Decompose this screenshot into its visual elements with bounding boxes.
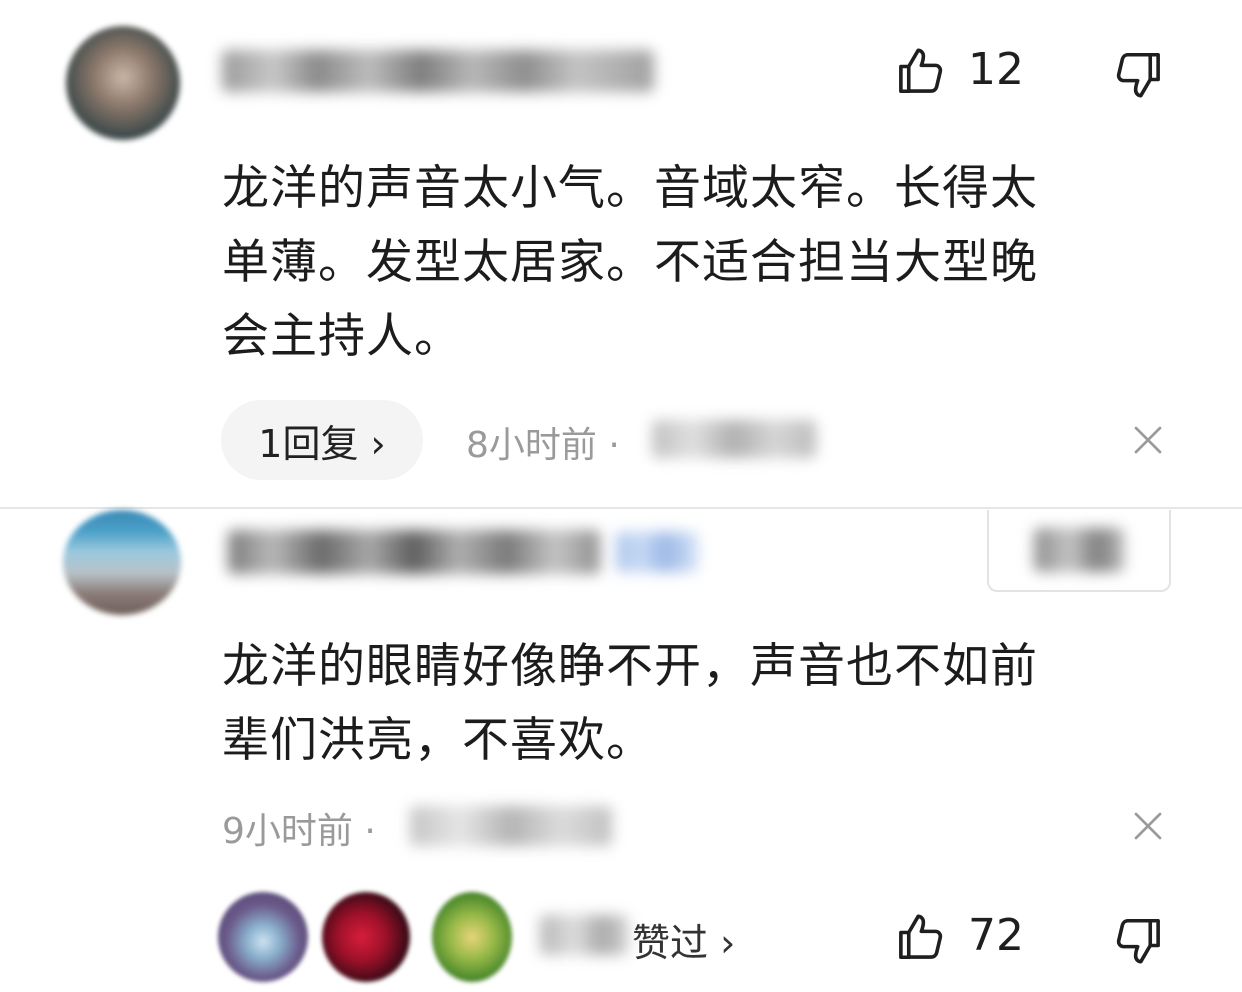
- thumb-down-icon: [1112, 914, 1166, 968]
- liker-avatar[interactable]: [432, 892, 512, 982]
- follow-label-blurred: [1034, 528, 1124, 572]
- divider: [0, 507, 1242, 509]
- comment-line: 龙洋的声音太小气。音域太窄。长得太: [222, 161, 1038, 216]
- like-button[interactable]: [893, 44, 947, 98]
- close-icon: [1130, 808, 1166, 844]
- liker-count-blurred: [540, 915, 628, 955]
- like-count: 12: [968, 44, 1024, 95]
- like-button[interactable]: [893, 910, 947, 964]
- timestamp: 9小时前 ·: [222, 811, 376, 852]
- comment-line: 龙洋的眼睛好像睁不开，声音也不如前: [222, 639, 1038, 694]
- thumb-up-icon: [893, 44, 947, 98]
- user-badge-blurred: [616, 532, 698, 572]
- location-blurred: [410, 806, 612, 846]
- liker-avatar[interactable]: [322, 892, 410, 982]
- reply-button[interactable]: 1回复 ›: [221, 400, 423, 480]
- close-icon: [1130, 422, 1166, 458]
- reply-label: 1回复 ›: [258, 421, 386, 466]
- timestamp: 8小时前 ·: [466, 425, 620, 466]
- dismiss-button[interactable]: [1130, 808, 1166, 844]
- thumb-down-icon: [1112, 48, 1166, 102]
- dislike-button[interactable]: [1112, 914, 1166, 968]
- location-blurred: [652, 420, 816, 458]
- liker-avatar[interactable]: [218, 892, 308, 982]
- dismiss-button[interactable]: [1130, 422, 1166, 458]
- dislike-button[interactable]: [1112, 48, 1166, 102]
- follow-button[interactable]: [987, 510, 1171, 592]
- liked-by-link[interactable]: 赞过 ›: [632, 912, 735, 967]
- comment-text: 龙洋的眼睛好像睁不开，声音也不如前 辈们洪亮，不喜欢。: [222, 630, 1182, 778]
- thumb-up-icon: [893, 910, 947, 964]
- username-blurred[interactable]: [228, 530, 600, 574]
- comment-text: 龙洋的声音太小气。音域太窄。长得太 单薄。发型太居家。不适合担当大型晚 会主持人…: [222, 152, 1182, 374]
- avatar[interactable]: [63, 510, 181, 615]
- avatar[interactable]: [66, 26, 180, 140]
- username-blurred[interactable]: [222, 50, 654, 92]
- comment-line: 单薄。发型太居家。不适合担当大型晚: [222, 235, 1038, 290]
- comment-line: 辈们洪亮，不喜欢。: [222, 713, 654, 768]
- comment-line: 会主持人。: [222, 309, 462, 364]
- like-count: 72: [968, 910, 1024, 961]
